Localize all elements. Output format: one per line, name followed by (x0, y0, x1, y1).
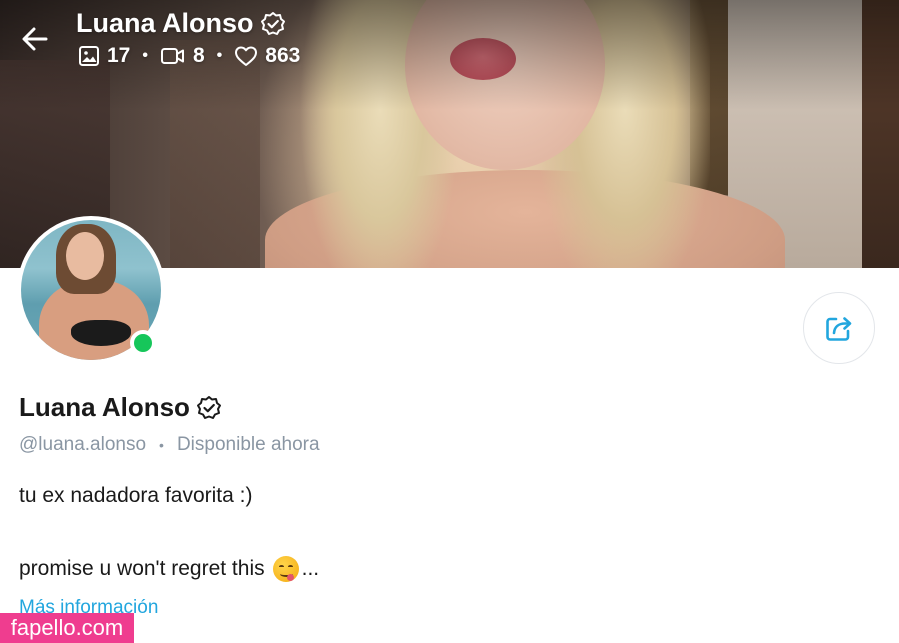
online-status-indicator (130, 330, 156, 356)
video-icon (160, 48, 184, 64)
videos-stat[interactable]: 8 (160, 44, 205, 68)
profile-title: Luana Alonso (19, 392, 222, 423)
cover-image (0, 0, 899, 268)
verified-badge-icon (260, 11, 285, 35)
header-title: Luana Alonso (76, 8, 286, 39)
photos-stat[interactable]: 17 (78, 44, 130, 68)
photos-count: 17 (107, 44, 131, 67)
image-icon (79, 46, 99, 66)
bio-line-1: tu ex nadadora favorita :) (19, 484, 253, 507)
back-button[interactable] (16, 20, 54, 58)
handle-separator: • (159, 437, 164, 453)
verified-badge-icon (196, 395, 221, 419)
likes-stat: 863 (234, 44, 300, 68)
header-name: Luana Alonso (76, 8, 254, 38)
stat-separator: • (216, 47, 223, 64)
availability-status: Disponible ahora (176, 434, 320, 455)
arrow-left-icon (22, 27, 48, 51)
heart-icon (235, 46, 258, 66)
profile-name: Luana Alonso (19, 392, 190, 422)
bio-line-2: promise u won't regret this ... (19, 556, 319, 582)
stat-separator: • (142, 47, 148, 64)
likes-count: 863 (265, 44, 301, 67)
watermark: fapello.com (0, 613, 134, 643)
bio-line-2-text: promise u won't regret this (19, 557, 265, 580)
profile-handle: @luana.alonso (19, 434, 147, 455)
handle-row: @luana.alonso • Disponible ahora (19, 434, 320, 456)
bio-ellipsis: ... (301, 557, 320, 580)
share-icon (826, 317, 852, 341)
videos-count: 8 (192, 44, 205, 67)
share-button[interactable] (803, 292, 875, 364)
header-stats: 17 • 8 • 863 (78, 44, 300, 68)
yum-emoji-icon (272, 556, 299, 582)
